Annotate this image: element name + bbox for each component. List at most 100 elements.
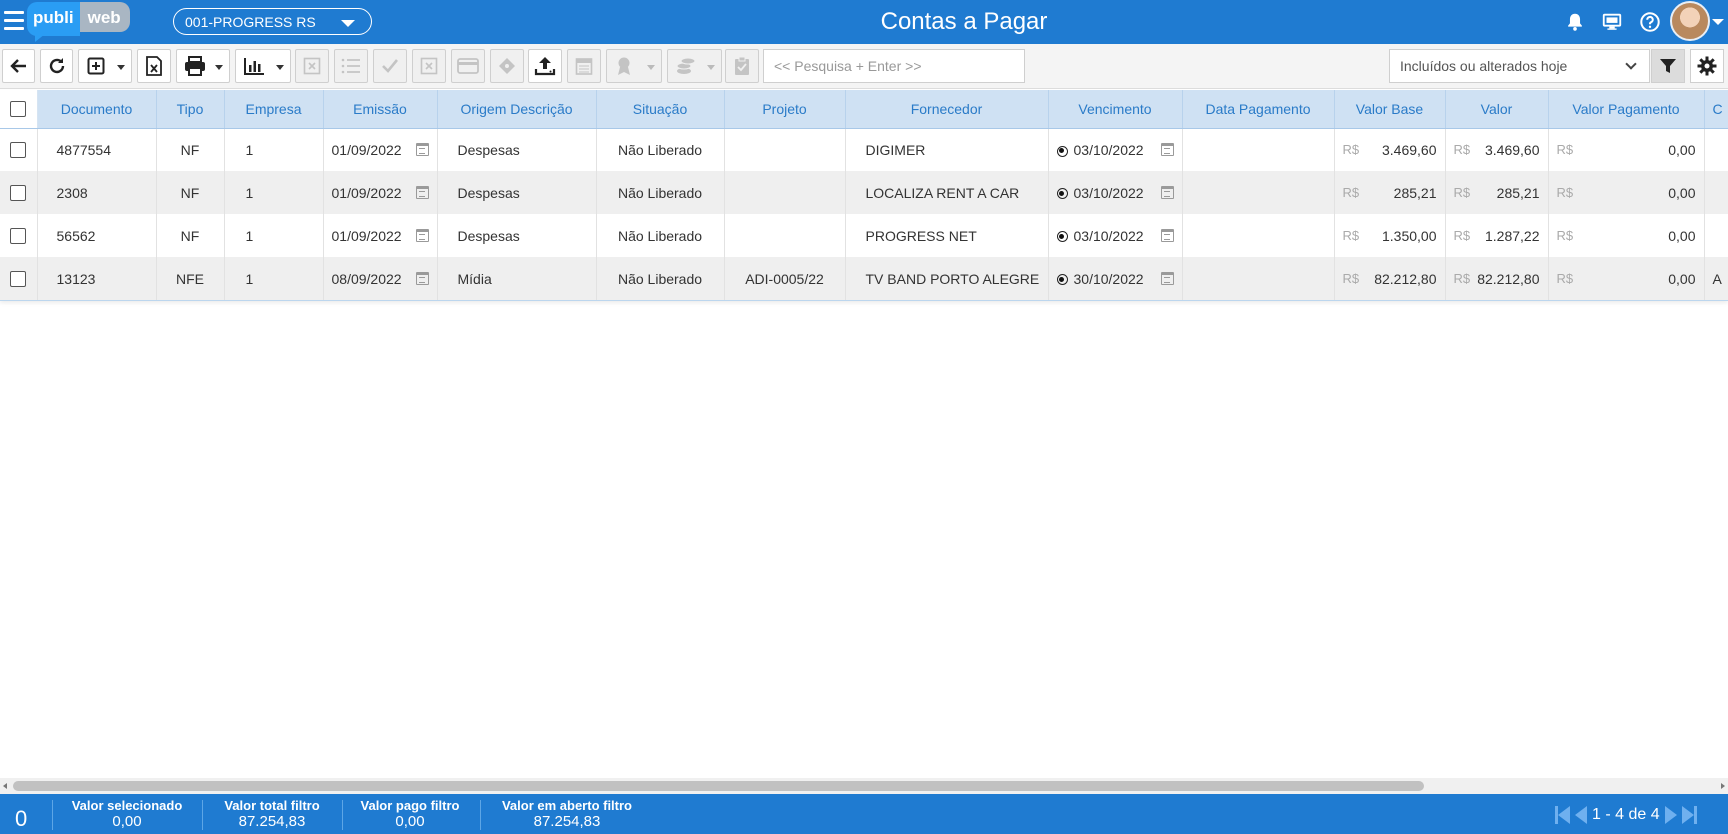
column-header[interactable]: Projeto (724, 90, 846, 129)
calendar-icon[interactable] (415, 272, 429, 285)
row-checkbox[interactable] (10, 228, 27, 245)
reject-button[interactable] (412, 49, 446, 83)
back-button[interactable] (2, 49, 35, 83)
table-row[interactable]: 2308 NF 1 01/09/2022 Despesas Não Liberado LOC… (0, 171, 1728, 214)
cell-vencimento: 03/10/2022 (1048, 214, 1183, 257)
monitor-icon[interactable] (1601, 11, 1623, 33)
column-header[interactable]: Empresa (224, 90, 324, 129)
stat-valor-pago: Valor pago filtro 0,00 (352, 798, 468, 832)
row-checkbox[interactable] (10, 271, 27, 288)
print-button[interactable] (176, 49, 230, 83)
row-select-cell[interactable] (0, 171, 38, 214)
schedule-button[interactable] (567, 49, 601, 83)
status-bar: 0 Valor selecionado 0,00 Valor total fil… (0, 794, 1728, 834)
help-icon[interactable] (1639, 11, 1661, 33)
pagination: 1 - 4 de 4 (1555, 804, 1697, 826)
company-select[interactable]: 001-PROGRESS RS (173, 8, 372, 35)
avatar[interactable] (1670, 1, 1710, 41)
scrollbar-thumb[interactable] (13, 781, 1424, 791)
currency-symbol: R$ (1556, 142, 1574, 158)
date-filter-select[interactable]: Incluídos ou alterados hoje (1389, 49, 1650, 83)
bell-icon[interactable] (1564, 11, 1586, 33)
logo[interactable]: publi web (27, 2, 130, 42)
calendar-icon[interactable] (1160, 229, 1174, 242)
clipboard-button[interactable] (725, 49, 759, 83)
column-header[interactable]: Emissão (323, 90, 438, 129)
horizontal-scrollbar[interactable] (0, 778, 1728, 794)
column-header[interactable]: Valor (1445, 90, 1549, 129)
column-header[interactable]: Fornecedor (845, 90, 1049, 129)
next-page-icon[interactable] (1664, 806, 1677, 824)
calendar-icon[interactable] (415, 143, 429, 157)
column-header[interactable]: Situação (596, 90, 725, 129)
cell-data-pagamento (1182, 214, 1335, 257)
prev-page-icon[interactable] (1575, 806, 1587, 824)
first-page-icon[interactable] (1555, 806, 1570, 824)
cell-vencimento: 03/10/2022 (1048, 171, 1183, 214)
add-button[interactable] (78, 49, 132, 83)
cell-valor-base: R$ 82.212,80 (1334, 257, 1446, 300)
row-select-cell[interactable] (0, 128, 38, 171)
stat-value: 87.254,83 (533, 813, 601, 830)
print-icon (185, 56, 205, 76)
table-row[interactable]: 4877554 NF 1 01/09/2022 Despesas Não Liberado… (0, 128, 1728, 171)
coins-button[interactable] (667, 49, 722, 83)
calendar-icon[interactable] (415, 229, 429, 242)
cell-origem: Despesas (437, 128, 597, 171)
row-checkbox[interactable] (10, 185, 27, 202)
column-header[interactable]: Vencimento (1048, 90, 1183, 129)
calendar-icon[interactable] (1160, 143, 1174, 157)
row-checkbox[interactable] (10, 142, 27, 159)
export-excel-button[interactable] (137, 49, 171, 83)
caret-down-icon[interactable] (1712, 19, 1724, 25)
row-select-cell[interactable] (0, 257, 38, 300)
cell-extra: A (1704, 257, 1728, 300)
chart-button[interactable] (235, 49, 291, 83)
calendar-icon[interactable] (1160, 272, 1174, 285)
filter-button[interactable] (1651, 49, 1685, 83)
date-text: 03/10/2022 (1073, 227, 1144, 244)
payment-button[interactable] (451, 49, 485, 83)
last-page-icon[interactable] (1681, 806, 1697, 824)
row-select-cell[interactable] (0, 214, 38, 257)
cell-fornecedor: DIGIMER (845, 128, 1049, 171)
cell-situacao: Não Liberado (596, 128, 725, 171)
divider (342, 800, 343, 830)
money-value: 3.469,60 (1382, 141, 1437, 158)
currency-symbol: R$ (1342, 271, 1360, 286)
cancel-button[interactable] (295, 49, 329, 83)
approve-button[interactable] (373, 49, 407, 83)
calendar-icon[interactable] (1160, 186, 1174, 199)
select-all-cell[interactable] (0, 90, 38, 129)
cell-documento: 2308 (37, 171, 157, 214)
column-header[interactable]: Data Pagamento (1182, 90, 1335, 129)
list-button[interactable] (334, 49, 368, 83)
select-all-checkbox[interactable] (10, 101, 27, 118)
currency-symbol: R$ (1342, 228, 1360, 243)
tag-button[interactable] (490, 49, 524, 83)
refresh-button[interactable] (40, 49, 73, 83)
cell-data-pagamento (1182, 171, 1335, 214)
upload-button[interactable] (528, 49, 562, 83)
scroll-right-icon[interactable] (1721, 783, 1725, 789)
award-button[interactable] (606, 49, 662, 83)
table-row[interactable]: 56562 NF 1 01/09/2022 Despesas Não Liberado PR… (0, 214, 1728, 257)
column-header[interactable]: C (1704, 90, 1728, 129)
cell-emissao: 08/09/2022 (323, 257, 438, 300)
list-icon (341, 58, 360, 74)
settings-button[interactable] (1690, 49, 1724, 83)
calendar-icon[interactable] (415, 186, 429, 199)
scroll-left-icon[interactable] (3, 783, 7, 789)
date-text: 03/10/2022 (1073, 141, 1144, 158)
column-header[interactable]: Valor Base (1334, 90, 1446, 129)
column-header[interactable]: Origem Descrição (437, 90, 597, 129)
column-header[interactable]: Tipo (156, 90, 225, 129)
cell-tipo: NFE (156, 257, 225, 300)
menu-icon[interactable] (4, 11, 24, 31)
search-input[interactable]: << Pesquisa + Enter >> (763, 49, 1025, 83)
currency-symbol: R$ (1556, 271, 1574, 286)
column-header[interactable]: Documento (37, 90, 157, 129)
table-row[interactable]: 13123 NFE 1 08/09/2022 Mídia Não Liberado ADI-… (0, 257, 1728, 300)
pagination-text: 1 - 4 de 4 (1592, 806, 1660, 823)
column-header[interactable]: Valor Pagamento (1548, 90, 1705, 129)
